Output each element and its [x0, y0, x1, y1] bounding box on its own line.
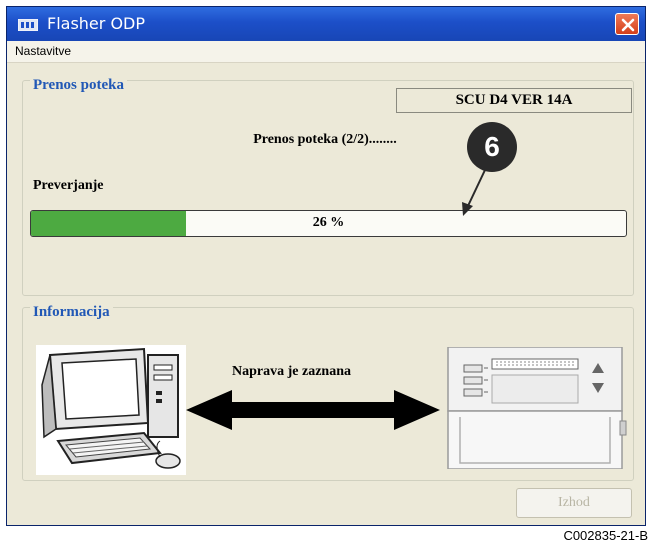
- exit-button[interactable]: Izhod: [516, 488, 632, 518]
- progress-percent: 26 %: [312, 215, 345, 230]
- device-id-field: SCU D4 VER 14A: [396, 88, 632, 113]
- double-arrow-icon: [186, 390, 440, 430]
- menu-bar: Nastavitve: [7, 41, 645, 63]
- callout-arrow-icon: [462, 169, 486, 216]
- menu-item-settings[interactable]: Nastavitve: [15, 44, 71, 58]
- transfer-group-title: Prenos poteka: [30, 77, 127, 94]
- control-panel-device-illustration: [447, 347, 627, 469]
- window-title: Flasher ODP: [47, 14, 145, 33]
- callout-marker: 6: [467, 122, 517, 172]
- info-group-title: Informacija: [30, 304, 113, 321]
- device-status-text: Naprava je zaznana: [232, 364, 351, 379]
- title-bar[interactable]: Flasher ODP: [7, 7, 645, 41]
- transfer-status-text: Prenos poteka (2/2)........: [253, 132, 397, 147]
- close-icon: [621, 18, 635, 32]
- computer-illustration: [36, 345, 186, 475]
- close-button[interactable]: [615, 13, 639, 35]
- progress-bar: 26 %: [30, 210, 627, 237]
- flasher-app-icon: [17, 18, 39, 32]
- figure-code: C002835-21-B: [563, 528, 648, 543]
- verify-label: Preverjanje: [33, 178, 104, 193]
